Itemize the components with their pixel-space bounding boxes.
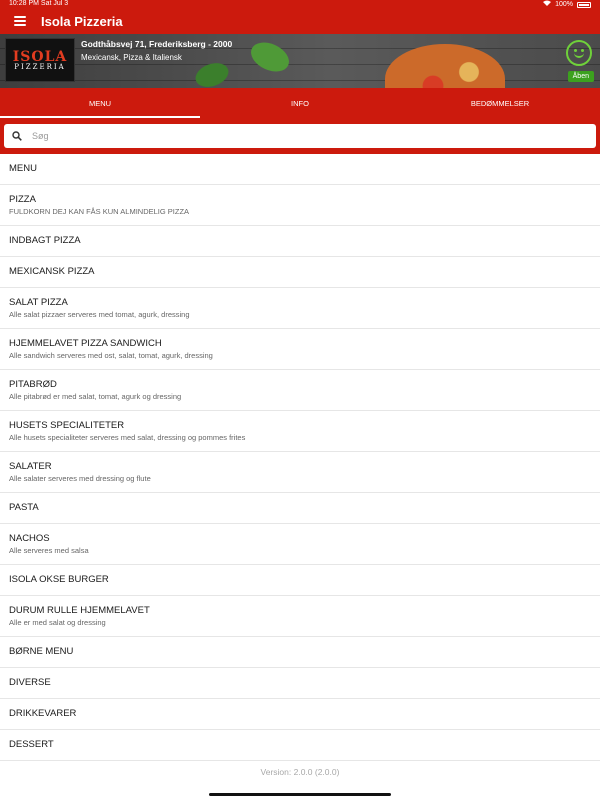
- status-badge: Åben: [567, 71, 594, 82]
- menu-category-okse-burger[interactable]: ISOLA OKSE BURGER: [0, 565, 600, 596]
- logo-text-sub: PIZZERIA: [14, 63, 66, 71]
- menu-category-salater[interactable]: SALATER Alle salater serveres med dressi…: [0, 452, 600, 493]
- category-description: Alle sandwich serveres med ost, salat, t…: [9, 350, 213, 360]
- menu-category-drikkevarer[interactable]: DRIKKEVARER: [0, 699, 600, 730]
- status-time: 10:28 PM Sat Jul 3: [9, 0, 69, 7]
- search-input[interactable]: [32, 131, 572, 141]
- category-title: HUSETS SPECIALITETER: [9, 419, 125, 431]
- category-description: Alle pitabrød er med salat, tomat, agurk…: [9, 391, 182, 401]
- category-title: PASTA: [9, 502, 39, 513]
- category-description: Alle er med salat og dressing: [9, 617, 106, 627]
- search-box: [4, 124, 596, 148]
- app-title: Isola Pizzeria: [41, 13, 123, 29]
- category-title: HJEMMELAVET PIZZA SANDWICH: [9, 337, 162, 349]
- category-title: NACHOS: [9, 532, 50, 544]
- menu-category-mexicansk-pizza[interactable]: MEXICANSK PIZZA: [0, 257, 600, 288]
- search-icon: [4, 131, 30, 141]
- status-bar: 10:28 PM Sat Jul 3 100%: [0, 0, 600, 8]
- menu-category-boerne-menu[interactable]: BØRNE MENU: [0, 637, 600, 668]
- category-title: PITABRØD: [9, 378, 57, 390]
- category-description: Alle salat pizzaer serveres med tomat, a…: [9, 309, 190, 319]
- restaurant-cuisine: Mexicansk, Pizza & Italiensk: [81, 53, 182, 62]
- menu-category-pizza[interactable]: PIZZA FULDKORN DEJ KAN FÅS KUN ALMINDELI…: [0, 185, 600, 226]
- category-title: MENU: [9, 163, 37, 174]
- menu-category-dessert[interactable]: DESSERT: [0, 730, 600, 761]
- tab-bar: MENU INFO BEDØMMELSER: [0, 88, 600, 118]
- smiley-icon: [566, 40, 592, 66]
- restaurant-header: ISOLA PIZZERIA Godthåbsvej 71, Frederiks…: [0, 34, 600, 88]
- category-title: ISOLA OKSE BURGER: [9, 574, 109, 585]
- menu-category-pitabroed[interactable]: PITABRØD Alle pitabrød er med salat, tom…: [0, 370, 600, 411]
- restaurant-address: Godthåbsvej 71, Frederiksberg - 2000: [81, 39, 233, 49]
- tab-menu[interactable]: MENU: [0, 88, 200, 118]
- category-title: DURUM RULLE HJEMMELAVET: [9, 604, 150, 616]
- category-title: DIVERSE: [9, 677, 51, 688]
- category-title: PIZZA: [9, 193, 36, 205]
- category-description: Alle salater serveres med dressing og fl…: [9, 473, 151, 483]
- pizza-image: [385, 44, 505, 88]
- app-bar: Isola Pizzeria: [0, 8, 600, 34]
- menu-category-indbagt-pizza[interactable]: INDBAGT PIZZA: [0, 226, 600, 257]
- category-title: MEXICANSK PIZZA: [9, 266, 95, 277]
- search-bar: [0, 118, 600, 154]
- battery-icon: [577, 1, 591, 8]
- category-title: BØRNE MENU: [9, 646, 74, 657]
- menu-category-list: MENU PIZZA FULDKORN DEJ KAN FÅS KUN ALMI…: [0, 154, 600, 761]
- menu-category-salat-pizza[interactable]: SALAT PIZZA Alle salat pizzaer serveres …: [0, 288, 600, 329]
- menu-category-menu[interactable]: MENU: [0, 154, 600, 185]
- restaurant-logo: ISOLA PIZZERIA: [5, 38, 75, 82]
- menu-category-pizza-sandwich[interactable]: HJEMMELAVET PIZZA SANDWICH Alle sandwich…: [0, 329, 600, 370]
- category-description: Alle husets specialiteter serveres med s…: [9, 432, 246, 442]
- tab-reviews[interactable]: BEDØMMELSER: [400, 88, 600, 118]
- restaurant-info: Godthåbsvej 71, Frederiksberg - 2000 Mex…: [81, 39, 232, 62]
- menu-category-nachos[interactable]: NACHOS Alle serveres med salsa: [0, 524, 600, 565]
- menu-category-durum-rulle[interactable]: DURUM RULLE HJEMMELAVET Alle er med sala…: [0, 596, 600, 637]
- category-title: SALAT PIZZA: [9, 296, 68, 308]
- tab-info[interactable]: INFO: [200, 88, 400, 118]
- home-indicator[interactable]: [209, 793, 391, 796]
- menu-category-diverse[interactable]: DIVERSE: [0, 668, 600, 699]
- category-description: Alle serveres med salsa: [9, 545, 89, 555]
- category-title: INDBAGT PIZZA: [9, 235, 81, 246]
- version-label: Version: 2.0.0 (2.0.0): [260, 767, 340, 777]
- category-description: FULDKORN DEJ KAN FÅS KUN ALMINDELIG PIZZ…: [9, 206, 190, 216]
- hamburger-icon[interactable]: [7, 8, 33, 34]
- category-title: SALATER: [9, 460, 52, 472]
- category-title: DRIKKEVARER: [9, 708, 77, 719]
- menu-category-pasta[interactable]: PASTA: [0, 493, 600, 524]
- category-title: DESSERT: [9, 739, 54, 750]
- basil-leaf-decoration: [246, 36, 294, 78]
- menu-category-husets-specialiteter[interactable]: HUSETS SPECIALITETER Alle husets special…: [0, 411, 600, 452]
